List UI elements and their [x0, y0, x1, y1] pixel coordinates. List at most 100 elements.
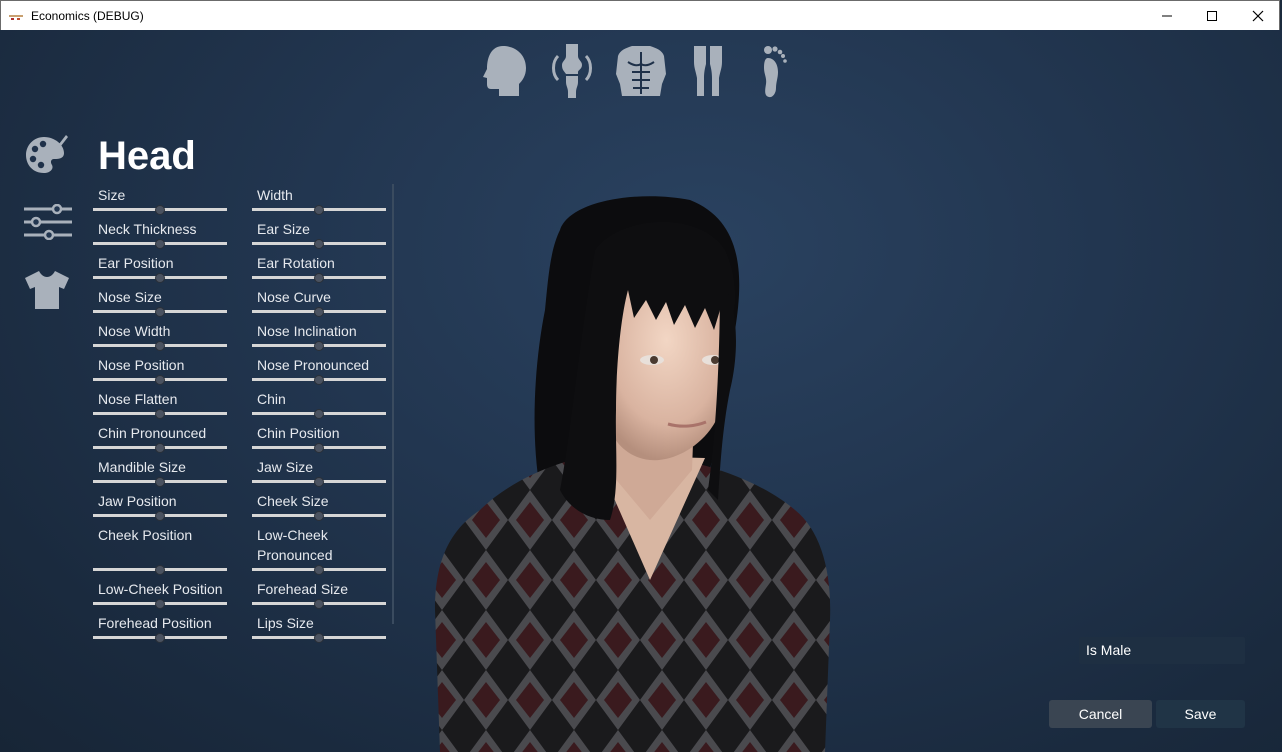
slider-track[interactable] [252, 239, 386, 249]
slider-track[interactable] [93, 599, 227, 609]
slider-track[interactable] [252, 205, 386, 215]
slider-track[interactable] [252, 273, 386, 283]
slider-row: Mandible Size [93, 456, 227, 490]
slider-row: Nose Flatten [93, 388, 227, 422]
slider-thumb[interactable] [314, 341, 324, 351]
slider-label: Ear Size [257, 221, 310, 237]
slider-thumb[interactable] [155, 205, 165, 215]
slider-thumb[interactable] [155, 511, 165, 521]
slider-track[interactable] [252, 307, 386, 317]
slider-thumb[interactable] [314, 565, 324, 575]
slider-track[interactable] [252, 565, 386, 575]
slider-track[interactable] [93, 477, 227, 487]
slider-label: Neck Thickness [98, 221, 197, 237]
close-button[interactable] [1235, 1, 1281, 30]
slider-thumb[interactable] [314, 205, 324, 215]
slider-thumb[interactable] [155, 307, 165, 317]
slider-thumb[interactable] [314, 511, 324, 521]
slider-thumb[interactable] [155, 443, 165, 453]
slider-label: Lips Size [257, 615, 314, 631]
slider-label: Low-Cheek Position [98, 581, 223, 597]
minimize-button[interactable] [1144, 1, 1190, 30]
slider-label: Chin Pronounced [98, 425, 207, 441]
close-icon [1252, 10, 1264, 21]
slider-row: Nose Width [93, 320, 227, 354]
slider-track[interactable] [252, 409, 386, 419]
slider-track[interactable] [252, 599, 386, 609]
maximize-icon [1207, 10, 1217, 21]
slider-row: Chin Pronounced [93, 422, 227, 456]
slider-thumb[interactable] [314, 599, 324, 609]
foot-icon[interactable] [760, 44, 790, 98]
game-viewport: Head Size Neck Thickness Ear Position Nose … [0, 30, 1282, 752]
slider-thumb[interactable] [155, 633, 165, 643]
slider-track[interactable] [93, 409, 227, 419]
is-male-toggle-row: Is Male [1079, 637, 1245, 664]
slider-label: Low-Cheek Pronounced [257, 527, 333, 563]
slider-row: Jaw Size [252, 456, 386, 490]
slider-row: Cheek Size [252, 490, 386, 524]
head-icon[interactable] [481, 44, 529, 98]
slider-row: Width [252, 184, 386, 218]
slider-thumb[interactable] [314, 239, 324, 249]
slider-track[interactable] [93, 205, 227, 215]
slider-row: Nose Inclination [252, 320, 386, 354]
torso-icon[interactable] [614, 44, 668, 98]
slider-label: Forehead Position [98, 615, 212, 631]
slider-track[interactable] [93, 307, 227, 317]
slider-thumb[interactable] [314, 409, 324, 419]
maximize-button[interactable] [1189, 1, 1235, 30]
slider-track[interactable] [93, 511, 227, 521]
slider-track[interactable] [252, 511, 386, 521]
slider-thumb[interactable] [314, 273, 324, 283]
slider-label: Cheek Position [98, 527, 193, 543]
slider-track[interactable] [252, 375, 386, 385]
slider-thumb[interactable] [155, 341, 165, 351]
slider-thumb[interactable] [314, 307, 324, 317]
slider-track[interactable] [93, 341, 227, 351]
slider-row: Neck Thickness [93, 218, 227, 252]
slider-thumb[interactable] [155, 273, 165, 283]
slider-track[interactable] [93, 633, 227, 643]
slider-thumb[interactable] [314, 633, 324, 643]
slider-thumb[interactable] [314, 477, 324, 487]
slider-row: Cheek Position [93, 524, 227, 578]
slider-thumb[interactable] [155, 409, 165, 419]
slider-thumb[interactable] [155, 477, 165, 487]
slider-track[interactable] [93, 273, 227, 283]
slider-track[interactable] [93, 375, 227, 385]
slider-thumb[interactable] [314, 375, 324, 385]
cancel-button[interactable]: Cancel [1049, 700, 1152, 728]
slider-label: Nose Inclination [257, 323, 357, 339]
slider-thumb[interactable] [155, 239, 165, 249]
slider-track[interactable] [93, 565, 227, 575]
legs-icon[interactable] [690, 44, 726, 98]
sliders-icon[interactable] [24, 203, 72, 241]
slider-label: Nose Width [98, 323, 171, 339]
slider-label: Nose Position [98, 357, 185, 373]
slider-row: Low-Cheek Position [93, 578, 227, 612]
slider-row: Nose Curve [252, 286, 386, 320]
slider-row: Chin [252, 388, 386, 422]
slider-thumb[interactable] [314, 443, 324, 453]
slider-track[interactable] [252, 477, 386, 487]
slider-row: Forehead Position [93, 612, 227, 646]
slider-label: Chin Position [257, 425, 340, 441]
slider-track[interactable] [252, 443, 386, 453]
slider-list-scrollbar[interactable] [392, 184, 394, 624]
slider-thumb[interactable] [155, 375, 165, 385]
slider-track[interactable] [93, 443, 227, 453]
tshirt-icon[interactable] [24, 270, 70, 310]
joint-icon[interactable] [550, 44, 594, 98]
slider-track[interactable] [93, 239, 227, 249]
slider-thumb[interactable] [155, 599, 165, 609]
palette-icon[interactable] [24, 135, 70, 175]
is-male-label: Is Male [1086, 642, 1132, 658]
slider-row: Nose Position [93, 354, 227, 388]
slider-label: Size [98, 187, 126, 203]
slider-track[interactable] [252, 341, 386, 351]
slider-track[interactable] [252, 633, 386, 643]
save-button[interactable]: Save [1156, 700, 1245, 728]
minimize-icon [1162, 15, 1172, 16]
slider-thumb[interactable] [155, 565, 165, 575]
